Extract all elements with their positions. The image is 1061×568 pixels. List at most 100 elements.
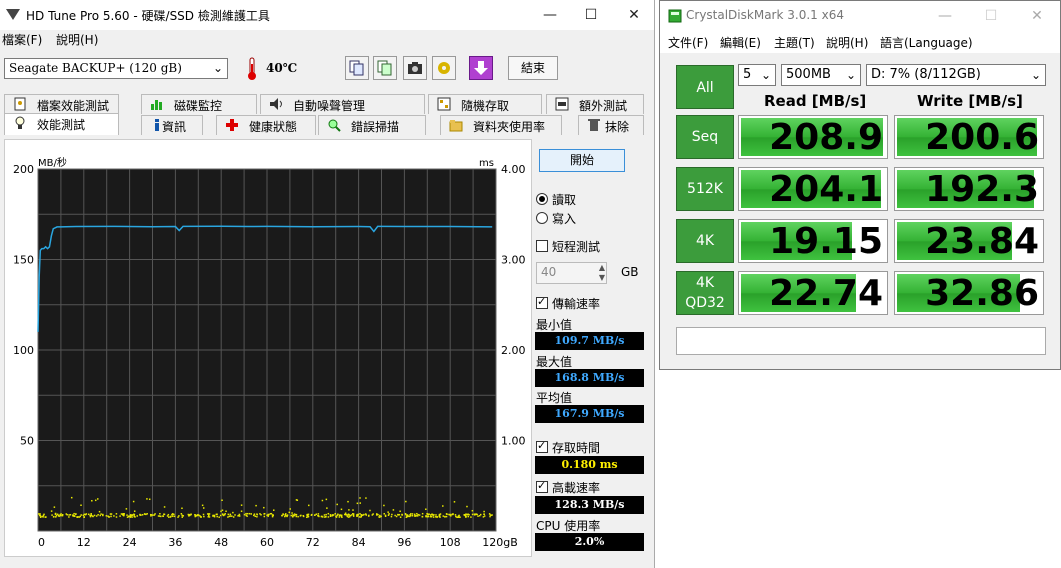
access-time-point <box>383 513 385 515</box>
access-time-point <box>291 512 293 514</box>
access-time-point <box>171 515 174 517</box>
access-time-point <box>105 515 108 517</box>
access-time-point <box>127 515 130 518</box>
access-time-point <box>340 508 343 511</box>
options-button[interactable] <box>432 56 456 80</box>
tab-aam[interactable]: 自動噪聲管理 <box>260 94 425 114</box>
cdm-menu-language[interactable]: 語言(Language) <box>880 34 973 51</box>
y-left-tick-label: 150 <box>13 254 34 267</box>
chevron-down-icon: ⌄ <box>212 61 223 75</box>
cdm-drive-select[interactable]: D: 7% (8/112GB) ⌄ <box>866 64 1046 86</box>
access-time-point <box>478 514 481 517</box>
tab-random-access[interactable]: 隨機存取 <box>428 94 542 114</box>
burst-rate-checkbox[interactable] <box>536 479 548 493</box>
copy-button[interactable] <box>345 56 369 80</box>
screenshot-button[interactable] <box>403 56 427 80</box>
access-time-point <box>302 514 305 517</box>
access-time-point <box>310 514 313 516</box>
access-time-point <box>199 516 202 518</box>
close-button[interactable]: ✕ <box>611 0 657 30</box>
file-icon <box>14 97 26 111</box>
access-time-point <box>45 516 47 518</box>
cdm-size-select[interactable]: 500MB ⌄ <box>781 64 861 86</box>
cdm-comment-field[interactable] <box>676 327 1046 355</box>
access-time-point <box>180 512 183 515</box>
cdm-all-button[interactable]: All <box>676 65 734 109</box>
access-time-point <box>80 514 82 516</box>
access-time-point <box>57 514 60 517</box>
start-label: 開始 <box>569 153 594 167</box>
cdm-maximize-button[interactable]: ☐ <box>968 1 1014 31</box>
camera-icon <box>408 62 422 74</box>
spinner-arrows-icon[interactable]: ▲ ▼ <box>599 263 605 283</box>
tab-extra-tests[interactable]: 額外測試 <box>546 94 644 114</box>
menu-file[interactable]: 檔案(F) <box>2 31 42 48</box>
access-time-point <box>477 515 479 517</box>
temperature-value: 40℃ <box>266 61 298 75</box>
x-tick-label: 12 <box>77 536 91 549</box>
access-time-point <box>428 513 430 515</box>
access-time-point <box>418 514 421 516</box>
cdm-test-button[interactable]: 512K <box>676 167 734 211</box>
minimize-button[interactable]: — <box>527 0 573 30</box>
cdm-menu-help[interactable]: 說明(H) <box>826 34 868 51</box>
tab-file-benchmark[interactable]: 檔案效能測試 <box>4 94 119 114</box>
access-time-point <box>457 515 460 517</box>
access-time-point <box>246 515 248 517</box>
cdm-count-select[interactable]: 5 ⌄ <box>738 64 776 86</box>
cdm-write-value: 32.86 <box>925 273 1039 314</box>
tab-info[interactable]: 資訊 <box>141 115 203 135</box>
access-time-point <box>288 511 291 514</box>
tab-label: 資料夾使用率 <box>473 120 546 134</box>
min-label: 最小值 <box>536 318 573 332</box>
access-time-point <box>413 513 416 516</box>
exit-button[interactable]: 結束 <box>508 56 558 80</box>
menu-help[interactable]: 說明(H) <box>56 31 98 48</box>
access-time-point <box>201 504 204 507</box>
cdm-menu-edit[interactable]: 編輯(E) <box>720 34 761 51</box>
access-time-point <box>55 514 58 517</box>
cdm-test-button[interactable]: 4K <box>676 219 734 263</box>
access-time-point <box>163 506 166 508</box>
tab-error-scan[interactable]: 錯誤掃描 <box>318 115 426 135</box>
access-time-checkbox[interactable] <box>536 439 548 453</box>
y-left-tick-label: 100 <box>13 344 34 357</box>
cdm-close-button[interactable]: ✕ <box>1014 1 1060 31</box>
access-time-point <box>431 513 433 516</box>
transfer-rate-checkbox[interactable] <box>536 295 548 309</box>
tab-benchmark[interactable]: 效能測試 <box>4 113 119 135</box>
short-test-size-input[interactable]: 40 ▲ ▼ <box>536 262 607 284</box>
access-time-point <box>291 515 294 518</box>
benchmark-chart-svg: MB/秒 ms 200 150 100 50 4.00 3.00 2.00 1.00 0 12 24 36… <box>13 156 526 549</box>
cdm-test-button[interactable]: Seq <box>676 115 734 159</box>
read-radio[interactable] <box>536 193 548 205</box>
access-time-point <box>383 504 385 507</box>
maximize-button[interactable]: ☐ <box>568 0 614 30</box>
tab-label: 自動噪聲管理 <box>293 99 366 113</box>
start-button[interactable]: 開始 <box>539 149 625 172</box>
access-time-point <box>456 516 458 519</box>
tab-health[interactable]: 健康狀態 <box>216 115 316 135</box>
cdm-menu-file[interactable]: 文件(F) <box>668 34 708 51</box>
access-time-point <box>314 514 316 516</box>
access-time-point <box>347 516 350 518</box>
access-time-point <box>207 516 210 518</box>
short-test-checkbox[interactable] <box>536 240 548 252</box>
y-right-tick-label: 1.00 <box>501 435 526 448</box>
access-time-point <box>246 512 249 515</box>
extra-icon <box>555 97 569 111</box>
tab-disk-monitor[interactable]: 磁碟監控 <box>141 94 257 114</box>
copy-all-button[interactable] <box>373 56 397 80</box>
write-radio[interactable] <box>536 212 548 224</box>
access-time-point <box>143 513 146 515</box>
cdm-test-button[interactable]: 4K QD32 <box>676 271 734 315</box>
cdm-menu-theme[interactable]: 主題(T) <box>774 34 815 51</box>
tab-folder-usage[interactable]: 資料夾使用率 <box>440 115 562 135</box>
drive-select[interactable]: Seagate BACKUP+ (120 gB) ⌄ <box>4 58 228 79</box>
tools-icon <box>438 62 450 74</box>
access-time-point <box>267 515 270 517</box>
access-time-point <box>425 515 427 518</box>
save-button[interactable] <box>469 56 493 80</box>
cdm-minimize-button[interactable]: — <box>922 1 968 31</box>
tab-erase[interactable]: 抹除 <box>578 115 644 135</box>
